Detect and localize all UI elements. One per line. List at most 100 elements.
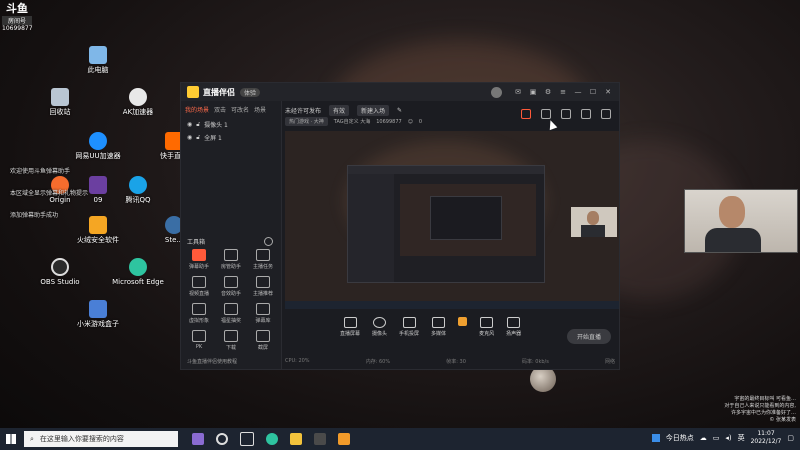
tool-lottery[interactable]: 福星抽奖 (215, 303, 247, 324)
source-label: 摄像头 (372, 331, 388, 337)
desktop-icon-edge[interactable]: Microsoft Edge (110, 258, 166, 287)
lock-icon[interactable]: 🔓︎ (196, 134, 200, 142)
sound-icon (224, 276, 238, 288)
tool-avatar[interactable]: 虚拟形象 (183, 303, 215, 324)
news-icon[interactable] (651, 434, 660, 442)
tool-recommend[interactable]: 主播推荐 (247, 276, 279, 297)
menu-icon[interactable]: ≡ (558, 87, 568, 97)
gift-icon[interactable]: ▣ (528, 87, 538, 97)
huorong-icon (89, 216, 107, 234)
edit-icon[interactable]: ✎ (397, 107, 402, 114)
desktop-icon-huorong[interactable]: 火绒安全软件 (70, 216, 126, 245)
scene-item[interactable]: ◉ 🔓︎ 摄像头 1 (181, 118, 281, 131)
scene-label: 摄像头 1 (204, 122, 228, 129)
bell-icon[interactable] (581, 109, 591, 119)
source-extra-icon[interactable] (458, 317, 468, 326)
tab-scene[interactable]: 场景 (254, 105, 266, 114)
tool-danmu-lib[interactable]: 弹幕库 (247, 303, 279, 324)
tool-pk[interactable]: PK (183, 330, 215, 351)
eye-icon[interactable]: ◉ (187, 121, 192, 128)
live-companion-taskbar-icon[interactable] (338, 433, 350, 445)
toolbox-more-icon[interactable] (264, 237, 273, 246)
volume-icon[interactable]: ◂) (725, 434, 731, 442)
tab-double-click[interactable]: 双击 (214, 105, 226, 114)
desktop-icon-computer[interactable]: 此电脑 (70, 46, 126, 75)
tool-label: 虚拟形象 (188, 318, 209, 324)
gift-box-icon[interactable] (521, 109, 531, 119)
stream-preview[interactable] (285, 131, 619, 309)
desktop-icon-ak[interactable]: AK加速器 (110, 88, 166, 117)
layout-icon[interactable] (561, 109, 571, 119)
widgets-icon[interactable] (192, 433, 204, 445)
source-screen-button[interactable]: 直播屏幕 (340, 317, 360, 337)
speaker-button[interactable]: 扬声器 (506, 317, 521, 337)
status-chip: 有效 (329, 105, 350, 116)
desktop-icon-obs[interactable]: OBS Studio (32, 258, 88, 287)
source-phone-button[interactable]: 手机投屏 (399, 317, 419, 337)
maximize-icon[interactable]: ☐ (588, 87, 598, 97)
entry-chip[interactable]: 新建入场 (357, 105, 390, 116)
tool-room-admin[interactable]: 房管助手 (215, 249, 247, 270)
search-placeholder: 在这里输入你要搜索的内容 (39, 435, 124, 443)
source-camera-button[interactable]: 摄像头 (372, 317, 387, 337)
scene-item[interactable]: ◉ 🔓︎ 全屏 1 (181, 131, 281, 144)
category-chip[interactable]: 热门游戏 · 大神 (285, 117, 328, 126)
settings-icon[interactable]: ⚙ (543, 87, 553, 97)
eye-icon[interactable]: ◉ (187, 134, 192, 141)
mi-game-box-icon (89, 300, 107, 318)
app-titlebar[interactable]: 直播伴侣 体验 ✉ ▣ ⚙ ≡ — ☐ ✕ (181, 83, 619, 101)
lock-icon[interactable]: 🔓︎ (196, 121, 200, 129)
lock-icon[interactable] (541, 109, 551, 119)
avatar[interactable] (491, 86, 502, 98)
desktop-icon-label: Microsoft Edge (112, 278, 164, 286)
tool-label: 音效助手 (220, 291, 241, 297)
notification-icon[interactable]: ▢ (787, 434, 794, 442)
close-icon[interactable]: ✕ (603, 87, 613, 97)
file-explorer-icon[interactable] (290, 433, 302, 445)
ime-indicator[interactable]: 英 (738, 433, 745, 443)
clock[interactable]: 11:07 2022/12/7 (751, 430, 782, 446)
app-taskbar-icon[interactable] (314, 433, 326, 445)
tag-label: TAG自定义 大海 (333, 119, 371, 125)
taskbar-search[interactable]: ⌕ 在这里输入你要搜索的内容 (24, 431, 178, 447)
edge-taskbar-icon[interactable] (266, 433, 278, 445)
microphone-button[interactable]: 麦克风 (479, 317, 494, 337)
tray-cloud-icon[interactable]: ☁ (700, 434, 707, 442)
tool-video[interactable]: 视频直播 (183, 276, 215, 297)
version-badge[interactable]: 体验 (240, 87, 261, 97)
network-icon[interactable]: ▭ (713, 434, 720, 442)
task-icon (256, 249, 270, 261)
tab-my-scene[interactable]: 我的场景 (185, 105, 209, 114)
desktop-icon-recycle-bin[interactable]: 回收站 (32, 88, 88, 117)
share-icon[interactable] (601, 109, 611, 119)
overlay-text: 对于自己人来说只能看到的内容, (724, 403, 796, 409)
tutorial-link[interactable]: 斗鱼直播伴侣使用教程 (187, 358, 237, 365)
tool-anchor-task[interactable]: 主播任务 (247, 249, 279, 270)
minimize-icon[interactable]: — (573, 87, 583, 97)
tool-danmu[interactable]: 弹幕助手 (183, 249, 215, 270)
tab-rename[interactable]: 可改名 (231, 105, 249, 114)
message-icon[interactable]: ✉ (513, 87, 523, 97)
badge-title: 斗鱼 (6, 2, 28, 15)
tool-download[interactable]: 下载 (215, 330, 247, 351)
start-button[interactable] (0, 428, 22, 450)
tool-screenshot[interactable]: 截屏 (247, 330, 279, 351)
tool-sound[interactable]: 音效助手 (215, 276, 247, 297)
stream-title[interactable]: 未经许可发布 (285, 106, 321, 115)
screenshot-icon (256, 330, 270, 342)
desktop-icon-label: 小米游戏盒子 (77, 320, 119, 328)
webcam-overlay[interactable] (684, 189, 798, 253)
overlay-line: 本区域全显示弹幕和礼物提示 (10, 190, 89, 197)
monitor-icon (343, 317, 357, 328)
start-stream-button[interactable]: 开始直播 (566, 329, 611, 344)
desktop-icon-uu[interactable]: 网易UU加速器 (70, 132, 126, 161)
desktop-icon-qq[interactable]: 腾讯QQ (110, 176, 166, 205)
task-view-icon[interactable] (240, 432, 254, 446)
computer-icon (89, 46, 107, 64)
cortana-icon[interactable] (216, 433, 228, 445)
source-media-button[interactable]: 多媒体 (431, 317, 446, 337)
desktop-icon-mi-game[interactable]: 小米游戏盒子 (70, 300, 126, 329)
hot-news-label[interactable]: 今日热点 (666, 433, 694, 443)
status-item: 内存: 60% (365, 359, 391, 365)
uu-accelerator-icon (89, 132, 107, 150)
